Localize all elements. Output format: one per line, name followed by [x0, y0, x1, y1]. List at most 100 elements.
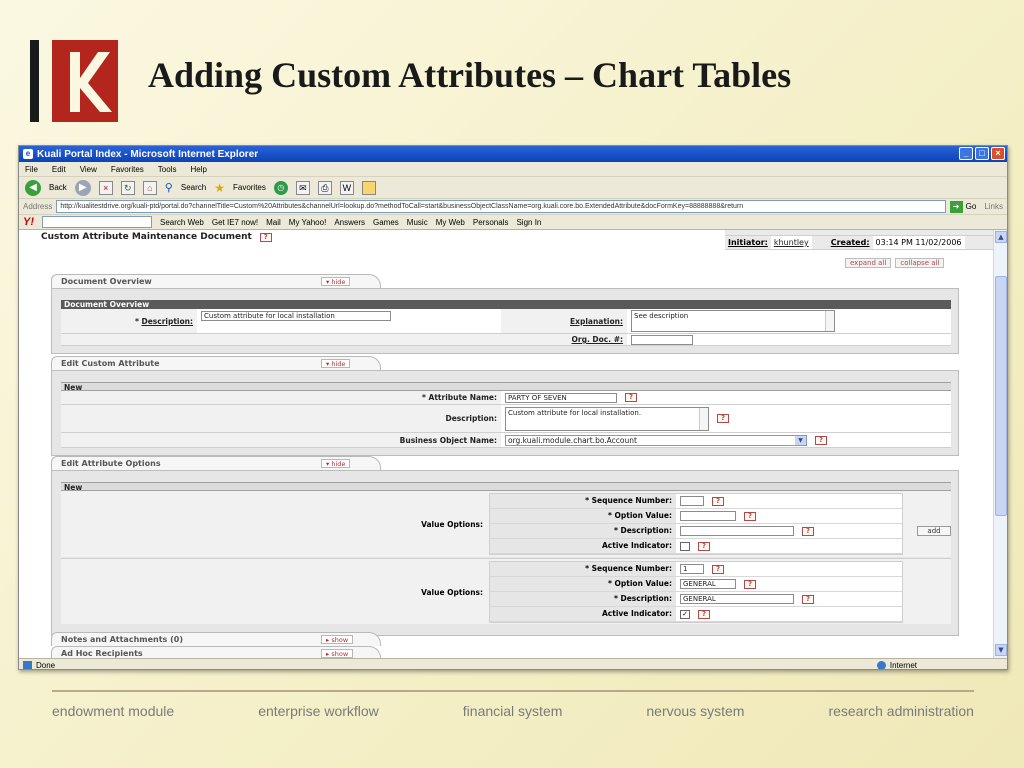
- close-icon[interactable]: ×: [991, 147, 1005, 160]
- scroll-up-icon[interactable]: ▲: [995, 231, 1007, 243]
- desc-help-icon-existing[interactable]: ?: [802, 594, 814, 604]
- explanation-text: See description: [634, 312, 689, 320]
- menu-file[interactable]: File: [25, 165, 38, 174]
- show-notes-button[interactable]: ▸ show: [321, 634, 354, 644]
- mail-icon[interactable]: ✉: [295, 180, 310, 195]
- footer-financial-system: financial system: [462, 703, 563, 719]
- yahoo-item-ie7[interactable]: Get IE7 now!: [212, 218, 258, 227]
- yahoo-item-sign-in[interactable]: Sign In: [516, 218, 541, 227]
- desc-help-icon-new[interactable]: ?: [802, 526, 814, 536]
- menu-edit[interactable]: Edit: [52, 165, 66, 174]
- scroll-thumb[interactable]: [995, 276, 1007, 516]
- opt-help-icon-new[interactable]: ?: [744, 511, 756, 521]
- attribute-description-textarea[interactable]: Custom attribute for local installation.: [505, 406, 709, 431]
- initiator-label: Initiator:: [728, 238, 768, 247]
- textarea-scrollbar[interactable]: [825, 311, 834, 331]
- stop-icon[interactable]: ×: [98, 180, 113, 195]
- seq-input-new[interactable]: [680, 496, 704, 506]
- help-icon[interactable]: ?: [259, 232, 272, 242]
- description-input[interactable]: Custom attribute for local installation: [201, 311, 391, 321]
- expand-all-button[interactable]: expand all: [845, 258, 892, 268]
- go-button[interactable]: ➜ Go: [949, 200, 976, 213]
- menu-help[interactable]: Help: [190, 165, 206, 174]
- forward-arrow-icon[interactable]: ▶: [74, 179, 91, 196]
- back-arrow-icon[interactable]: ◀: [25, 179, 41, 196]
- option-description-input-existing[interactable]: GENERAL: [680, 594, 794, 604]
- tab-edit-attribute-options-label: Edit Attribute Options: [61, 458, 161, 468]
- edit-attribute-rows: * Attribute Name: PARTY OF SEVEN ? Descr…: [61, 391, 951, 448]
- hide-options-label: hide: [331, 459, 346, 468]
- active-checkbox-new[interactable]: [680, 541, 690, 551]
- active-checkbox-existing[interactable]: ✓: [680, 609, 690, 619]
- history-icon[interactable]: ◷: [273, 180, 288, 195]
- seq-input-existing[interactable]: 1: [680, 564, 704, 574]
- yahoo-item-mail[interactable]: Mail: [266, 218, 281, 227]
- seq-label-existing: * Sequence Number:: [490, 562, 676, 576]
- yahoo-item-games[interactable]: Games: [373, 218, 399, 227]
- show-adhoc-button[interactable]: ▸ show: [321, 648, 354, 658]
- maximize-icon[interactable]: □: [975, 147, 989, 160]
- attribute-textarea-scrollbar[interactable]: [699, 407, 708, 430]
- created-label: Created:: [830, 238, 870, 247]
- yahoo-logo[interactable]: Y!: [23, 216, 34, 228]
- option-description-input-new[interactable]: [680, 526, 794, 536]
- attribute-description-help-icon[interactable]: ?: [717, 414, 729, 423]
- favorites-button[interactable]: Favorites: [233, 183, 266, 192]
- org-doc-input[interactable]: [631, 334, 693, 345]
- explanation-label: Explanation:: [569, 316, 623, 326]
- desc-label-text-new: Description:: [620, 526, 672, 535]
- address-input[interactable]: http://kualitestdrive.org/kuali-ptd/port…: [56, 200, 946, 213]
- favorites-star-icon[interactable]: ★: [214, 181, 225, 195]
- menu-favorites[interactable]: Favorites: [111, 165, 144, 174]
- business-object-select[interactable]: org.kuali.module.chart.bo.Account ▼: [505, 434, 807, 446]
- initiator-link[interactable]: khuntley: [770, 236, 812, 249]
- back-button[interactable]: Back: [49, 183, 67, 192]
- collapse-all-button[interactable]: collapse all: [895, 258, 945, 268]
- yahoo-item-personals[interactable]: Personals: [473, 218, 509, 227]
- seq-help-icon-new[interactable]: ?: [712, 496, 724, 506]
- page-scrollbar[interactable]: ▲ ▼: [993, 230, 1007, 658]
- refresh-icon[interactable]: ↻: [120, 180, 135, 195]
- status-bar: Done Internet: [19, 658, 1007, 669]
- menu-tools[interactable]: Tools: [158, 165, 177, 174]
- folder-icon[interactable]: [361, 180, 376, 195]
- options-subheader: New: [61, 482, 951, 492]
- opt-help-icon-existing[interactable]: ?: [744, 579, 756, 589]
- print-icon[interactable]: ⎙: [317, 180, 332, 195]
- option-value-input-new[interactable]: [680, 511, 736, 521]
- attribute-description-label: Description:: [445, 414, 497, 423]
- yahoo-item-my-yahoo[interactable]: My Yahoo!: [289, 218, 327, 227]
- scroll-down-icon[interactable]: ▼: [995, 644, 1007, 656]
- business-object-value: org.kuali.module.chart.bo.Account: [508, 435, 637, 445]
- active-help-icon-new[interactable]: ?: [698, 541, 710, 551]
- active-help-icon-existing[interactable]: ?: [698, 609, 710, 619]
- search-icon[interactable]: ⚲: [165, 181, 173, 194]
- footer-endowment: endowment module: [52, 703, 175, 719]
- existing-option-fields: * Sequence Number: 1? * Option Value: GENE…: [489, 561, 903, 623]
- browser-screenshot: e Kuali Portal Index - Microsoft Interne…: [18, 145, 1008, 670]
- seq-help-icon-existing[interactable]: ?: [712, 564, 724, 574]
- home-icon[interactable]: ⌂: [142, 180, 157, 195]
- search-button[interactable]: Search: [181, 183, 206, 192]
- yahoo-search-web-button[interactable]: Search Web: [160, 218, 204, 227]
- links-button[interactable]: Links: [980, 202, 1007, 211]
- business-object-help-icon[interactable]: ?: [815, 435, 827, 445]
- minimize-icon[interactable]: _: [959, 147, 973, 160]
- yahoo-item-answers[interactable]: Answers: [334, 218, 365, 227]
- explanation-textarea[interactable]: See description: [631, 310, 835, 332]
- option-value-input-existing[interactable]: GENERAL: [680, 579, 736, 589]
- hide-edit-attribute-button[interactable]: ▾ hide: [321, 358, 351, 368]
- hide-overview-button[interactable]: ▾ hide: [321, 276, 351, 286]
- slide-footer: endowment module enterprise workflow fin…: [52, 703, 974, 719]
- attribute-name-input[interactable]: PARTY OF SEVEN: [505, 392, 617, 403]
- yahoo-search-input[interactable]: [42, 216, 152, 228]
- yahoo-item-music[interactable]: Music: [407, 218, 428, 227]
- new-option-fields: * Sequence Number:? * Option Value:? * D…: [489, 493, 903, 555]
- add-button[interactable]: add: [917, 526, 951, 536]
- footer-research-administration: research administration: [828, 703, 974, 719]
- edit-page-icon[interactable]: W: [339, 180, 354, 195]
- yahoo-item-my-web[interactable]: My Web: [436, 218, 465, 227]
- menu-view[interactable]: View: [80, 165, 97, 174]
- attribute-name-help-icon[interactable]: ?: [625, 393, 637, 402]
- hide-options-button[interactable]: ▾ hide: [321, 458, 351, 468]
